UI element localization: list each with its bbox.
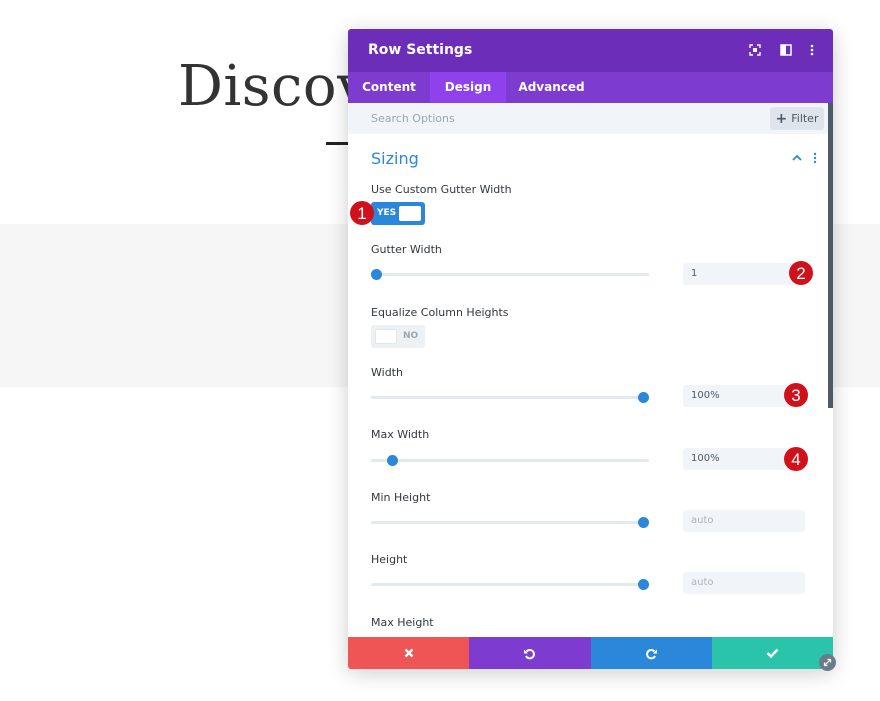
undo-button[interactable] bbox=[469, 637, 591, 669]
gutter-width-slider-handle[interactable] bbox=[371, 269, 382, 280]
gutter-width-slider[interactable] bbox=[371, 273, 649, 276]
min-height-input[interactable]: auto bbox=[683, 510, 805, 532]
max-height-label: Max Height bbox=[371, 616, 434, 629]
min-height-slider-handle[interactable] bbox=[638, 517, 649, 528]
annotation-badge-1: 1 bbox=[350, 201, 374, 225]
section-controls bbox=[791, 151, 821, 165]
split-view-icon[interactable] bbox=[777, 41, 795, 59]
annotation-badge-2: 2 bbox=[789, 261, 813, 285]
tab-content[interactable]: Content bbox=[348, 72, 430, 103]
tab-advanced[interactable]: Advanced bbox=[506, 72, 597, 103]
modal-footer bbox=[348, 637, 833, 669]
row-settings-modal: Row Settings Content Design Advanced + F… bbox=[348, 29, 833, 669]
chevron-up-icon[interactable] bbox=[792, 154, 802, 161]
toggle-knob bbox=[375, 329, 397, 344]
equalize-heights-label: Equalize Column Heights bbox=[371, 306, 509, 319]
min-height-slider[interactable] bbox=[371, 521, 649, 524]
modal-title: Row Settings bbox=[368, 42, 473, 58]
check-icon bbox=[766, 648, 779, 658]
filter-button[interactable]: + Filter bbox=[770, 107, 824, 130]
min-height-label: Min Height bbox=[371, 491, 431, 504]
max-width-label: Max Width bbox=[371, 428, 430, 441]
undo-icon bbox=[524, 648, 536, 659]
height-input[interactable]: auto bbox=[683, 572, 805, 594]
modal-header[interactable]: Row Settings bbox=[348, 29, 833, 72]
fullscreen-icon[interactable] bbox=[746, 41, 764, 59]
height-label: Height bbox=[371, 553, 408, 566]
toggle-knob bbox=[399, 206, 421, 221]
save-button[interactable] bbox=[711, 637, 833, 669]
toggle-text-yes: YES bbox=[377, 208, 397, 218]
scrollbar-thumb[interactable] bbox=[828, 103, 833, 408]
gutter-width-input[interactable]: 1 bbox=[683, 263, 805, 285]
resize-icon bbox=[823, 658, 832, 667]
page: Discove Row Settings Content Design Adva… bbox=[0, 0, 880, 701]
search-input[interactable] bbox=[348, 103, 758, 134]
custom-gutter-toggle[interactable]: YES bbox=[371, 202, 425, 225]
custom-gutter-label: Use Custom Gutter Width bbox=[371, 183, 512, 196]
equalize-heights-toggle[interactable]: NO bbox=[371, 325, 425, 348]
annotation-badge-3: 3 bbox=[784, 383, 808, 407]
height-slider-handle[interactable] bbox=[638, 579, 649, 590]
height-slider[interactable] bbox=[371, 583, 649, 586]
section-more-icon[interactable] bbox=[813, 152, 817, 164]
filter-label: Filter bbox=[791, 112, 819, 125]
search-bar: + Filter bbox=[348, 103, 828, 134]
resize-handle[interactable] bbox=[819, 654, 836, 671]
width-slider-handle[interactable] bbox=[638, 392, 649, 403]
more-options-icon[interactable] bbox=[803, 41, 821, 59]
tab-design[interactable]: Design bbox=[430, 72, 506, 103]
cancel-button[interactable] bbox=[348, 637, 470, 669]
max-width-slider[interactable] bbox=[371, 459, 649, 462]
tab-bar: Content Design Advanced bbox=[348, 72, 833, 103]
width-label: Width bbox=[371, 366, 403, 379]
width-slider[interactable] bbox=[371, 396, 649, 399]
max-width-slider-handle[interactable] bbox=[387, 455, 399, 466]
toggle-text-no: NO bbox=[403, 331, 419, 341]
section-title-sizing[interactable]: Sizing bbox=[371, 149, 419, 168]
redo-icon bbox=[645, 648, 657, 659]
redo-button[interactable] bbox=[590, 637, 712, 669]
gutter-width-label: Gutter Width bbox=[371, 243, 442, 256]
plus-icon: + bbox=[775, 110, 788, 127]
close-icon bbox=[404, 648, 413, 658]
annotation-badge-4: 4 bbox=[784, 447, 808, 471]
